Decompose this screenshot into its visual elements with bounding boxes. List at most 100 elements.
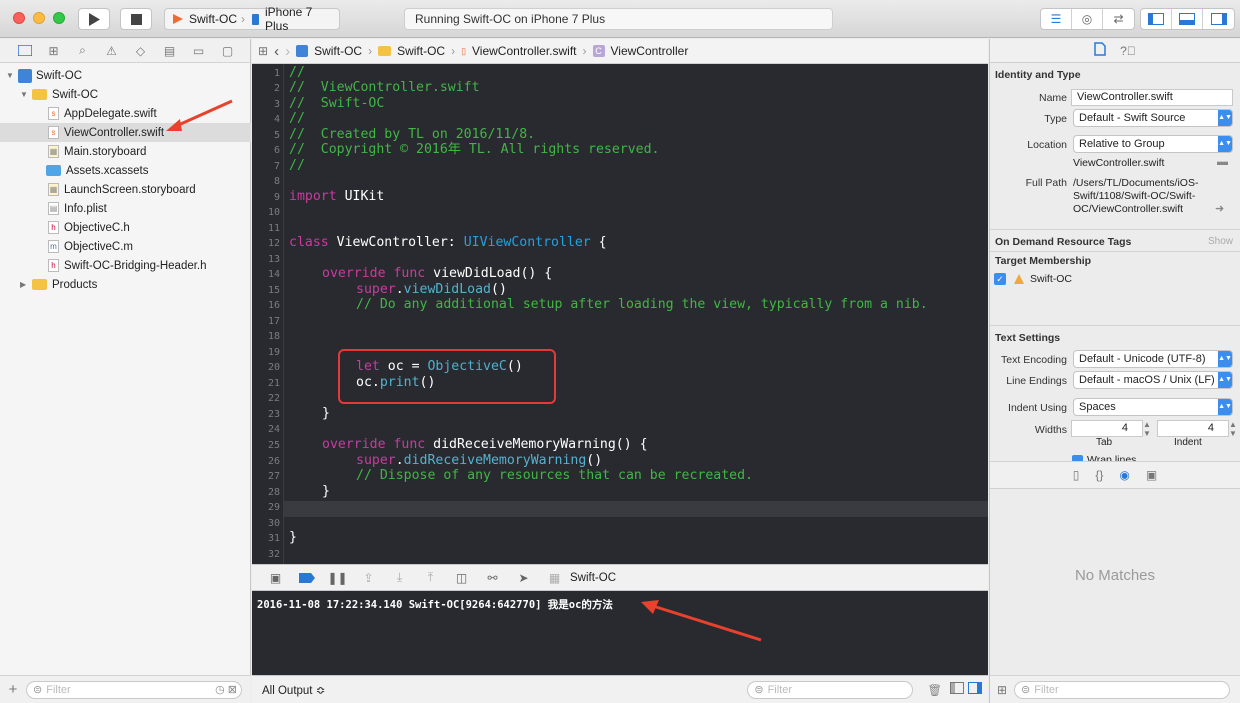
console-output[interactable]: 2016-11-08 17:22:34.140 Swift-OC[9264:64… xyxy=(252,591,988,675)
view-debugger-icon[interactable]: ◫ xyxy=(446,569,477,587)
object-library-icon[interactable]: ◉ xyxy=(1119,468,1129,482)
breadcrumb-project[interactable]: Swift-OC xyxy=(314,44,362,58)
back-icon[interactable]: ‹ xyxy=(274,43,279,60)
list-item[interactable]: ▼ Swift-OC xyxy=(0,66,251,85)
disclosure-open-icon[interactable]: ▼ xyxy=(20,90,30,99)
editor-mode-control[interactable]: ☰ ◎ ⇄ xyxy=(1040,8,1135,30)
test-navigator-icon[interactable]: ◇ xyxy=(126,42,155,60)
location-icon[interactable]: ➤ xyxy=(508,569,539,587)
zoom-window-button[interactable] xyxy=(53,12,65,24)
issue-navigator-icon[interactable]: ⚠ xyxy=(97,42,126,60)
code-text: viewDidLoad() { xyxy=(425,266,553,281)
symbol-navigator-icon[interactable]: ⊞ xyxy=(39,42,68,60)
code-line: } xyxy=(322,484,330,499)
tree-label: Assets.xcassets xyxy=(66,164,149,177)
step-over-icon[interactable]: ⇪ xyxy=(353,569,384,587)
add-icon[interactable]: + xyxy=(0,681,26,698)
breadcrumb-symbol[interactable]: ViewController xyxy=(611,44,689,58)
list-item[interactable]: ▶ Products xyxy=(0,275,251,294)
breadcrumb-group[interactable]: Swift-OC xyxy=(397,44,445,58)
pause-icon[interactable]: ❚❚ xyxy=(322,569,353,587)
memory-graph-icon[interactable]: ⚯ xyxy=(477,569,508,587)
annotation-arrow xyxy=(641,600,762,642)
scheme-selector[interactable]: Swift-OC › iPhone 7 Plus xyxy=(164,5,340,33)
quick-help-icon[interactable]: ?⃝ xyxy=(1120,44,1136,58)
stop-button[interactable] xyxy=(120,8,152,30)
process-icon: ▦ xyxy=(548,570,561,585)
media-library-icon[interactable]: ▣ xyxy=(1146,468,1157,482)
field-label: Full Path xyxy=(1025,177,1067,189)
breakpoint-navigator-icon[interactable]: ▭ xyxy=(184,42,213,60)
grid-view-icon[interactable]: ⊞ xyxy=(990,683,1014,697)
related-items-icon[interactable]: ⊞ xyxy=(258,44,268,58)
line-number: 10 xyxy=(267,207,280,218)
close-window-button[interactable] xyxy=(13,12,25,24)
file-template-icon[interactable]: ▯ xyxy=(1073,468,1080,482)
variables-view-toggle-icon[interactable] xyxy=(949,682,964,697)
list-item[interactable]: ▤ Info.plist xyxy=(0,199,251,218)
filter-placeholder: Filter xyxy=(767,683,793,696)
library-filter-input[interactable]: ⊜ Filter xyxy=(1014,680,1230,699)
report-navigator-icon[interactable]: ▢ xyxy=(213,42,242,60)
source-editor[interactable]: 1 2 3 4 5 6 7 8 9 10 11 12 13 14 15 16 17 18 19 20 21 22 23 24 2… xyxy=(252,64,988,564)
indent-width-field[interactable]: 4 xyxy=(1157,420,1229,437)
stepper-icon[interactable]: ▲ ▼ xyxy=(1229,420,1237,438)
run-button[interactable] xyxy=(78,8,110,30)
file-inspector-icon[interactable] xyxy=(1094,42,1106,59)
breadcrumb-file[interactable]: ViewController.swift xyxy=(472,44,576,58)
show-button[interactable]: Show xyxy=(1208,236,1233,247)
navigator-toggle-icon[interactable] xyxy=(1141,9,1172,29)
standard-editor-icon[interactable]: ☰ xyxy=(1041,9,1072,29)
find-navigator-icon[interactable]: ⌕ xyxy=(68,42,97,60)
assistant-editor-icon[interactable]: ◎ xyxy=(1072,9,1103,29)
step-into-icon[interactable]: ⤓ xyxy=(384,569,415,587)
output-mode-select[interactable]: All Output ≎ xyxy=(262,683,325,697)
list-item[interactable]: ▦ Main.storyboard xyxy=(0,142,251,161)
tab-width-field[interactable]: 4 xyxy=(1071,420,1143,437)
target-checkbox[interactable]: ✓ xyxy=(994,273,1006,285)
debug-navigator-icon[interactable]: ▤ xyxy=(155,42,184,60)
indent-label: Indent xyxy=(1174,437,1202,448)
step-out-icon[interactable]: ⤒ xyxy=(415,569,446,587)
disclosure-open-icon[interactable]: ▼ xyxy=(6,71,16,80)
folder-icon[interactable] xyxy=(10,42,39,60)
debug-area-toggle-icon[interactable] xyxy=(1172,9,1203,29)
indent-using-popup[interactable]: Spaces ▲▼ xyxy=(1073,398,1233,416)
location-popup[interactable]: Relative to Group ▲▼ xyxy=(1073,135,1233,153)
list-item[interactable]: Assets.xcassets xyxy=(0,161,251,180)
forward-icon[interactable]: › xyxy=(285,43,290,60)
recent-files-icon[interactable]: ◷ ⊠ xyxy=(215,683,237,696)
code-line: // xyxy=(289,158,305,173)
code-line: // Created by TL on 2016/11/8. xyxy=(289,127,536,142)
folder-icon[interactable]: ▬ xyxy=(1217,156,1228,168)
line-number: 30 xyxy=(267,518,280,529)
navigator-filter-input[interactable]: ⊜ Filter ◷ ⊠ xyxy=(26,680,242,699)
console-filter-input[interactable]: ⊜ Filter xyxy=(747,680,914,699)
panel-visibility-control[interactable] xyxy=(1140,8,1235,30)
breakpoints-toggle-icon[interactable] xyxy=(291,569,322,587)
stepper-icon[interactable]: ▲ ▼ xyxy=(1143,420,1151,438)
name-field[interactable]: ViewController.swift xyxy=(1071,89,1233,106)
type-popup[interactable]: Default - Swift Source ▲▼ xyxy=(1073,109,1233,127)
version-editor-icon[interactable]: ⇄ xyxy=(1103,9,1134,29)
minimize-window-button[interactable] xyxy=(33,12,45,24)
trash-icon[interactable]: 🗑 xyxy=(927,683,942,697)
reveal-in-finder-icon[interactable]: ➜ xyxy=(1215,202,1224,215)
line-endings-popup[interactable]: Default - macOS / Unix (LF) ▲▼ xyxy=(1073,371,1233,389)
code-snippet-icon[interactable]: {} xyxy=(1095,468,1103,482)
section-title: On Demand Resource Tags xyxy=(995,236,1132,248)
line-number: 22 xyxy=(267,393,280,404)
hide-debug-area-icon[interactable]: ▣ xyxy=(260,569,291,587)
utilities-toggle-icon[interactable] xyxy=(1203,9,1234,29)
list-item[interactable]: h ObjectiveC.h xyxy=(0,218,251,237)
header-file-icon: h xyxy=(48,221,59,234)
disclosure-closed-icon[interactable]: ▶ xyxy=(20,280,30,289)
list-item[interactable]: ▦ LaunchScreen.storyboard xyxy=(0,180,251,199)
popup-value: Default - macOS / Unix (LF) xyxy=(1079,374,1215,386)
tree-label: Swift-OC xyxy=(52,88,98,101)
console-view-toggle-icon[interactable] xyxy=(967,682,982,697)
list-item[interactable]: h Swift-OC-Bridging-Header.h xyxy=(0,256,251,275)
list-item[interactable]: m ObjectiveC.m xyxy=(0,237,251,256)
code-line: // xyxy=(289,65,305,80)
text-encoding-popup[interactable]: Default - Unicode (UTF-8) ▲▼ xyxy=(1073,350,1233,368)
